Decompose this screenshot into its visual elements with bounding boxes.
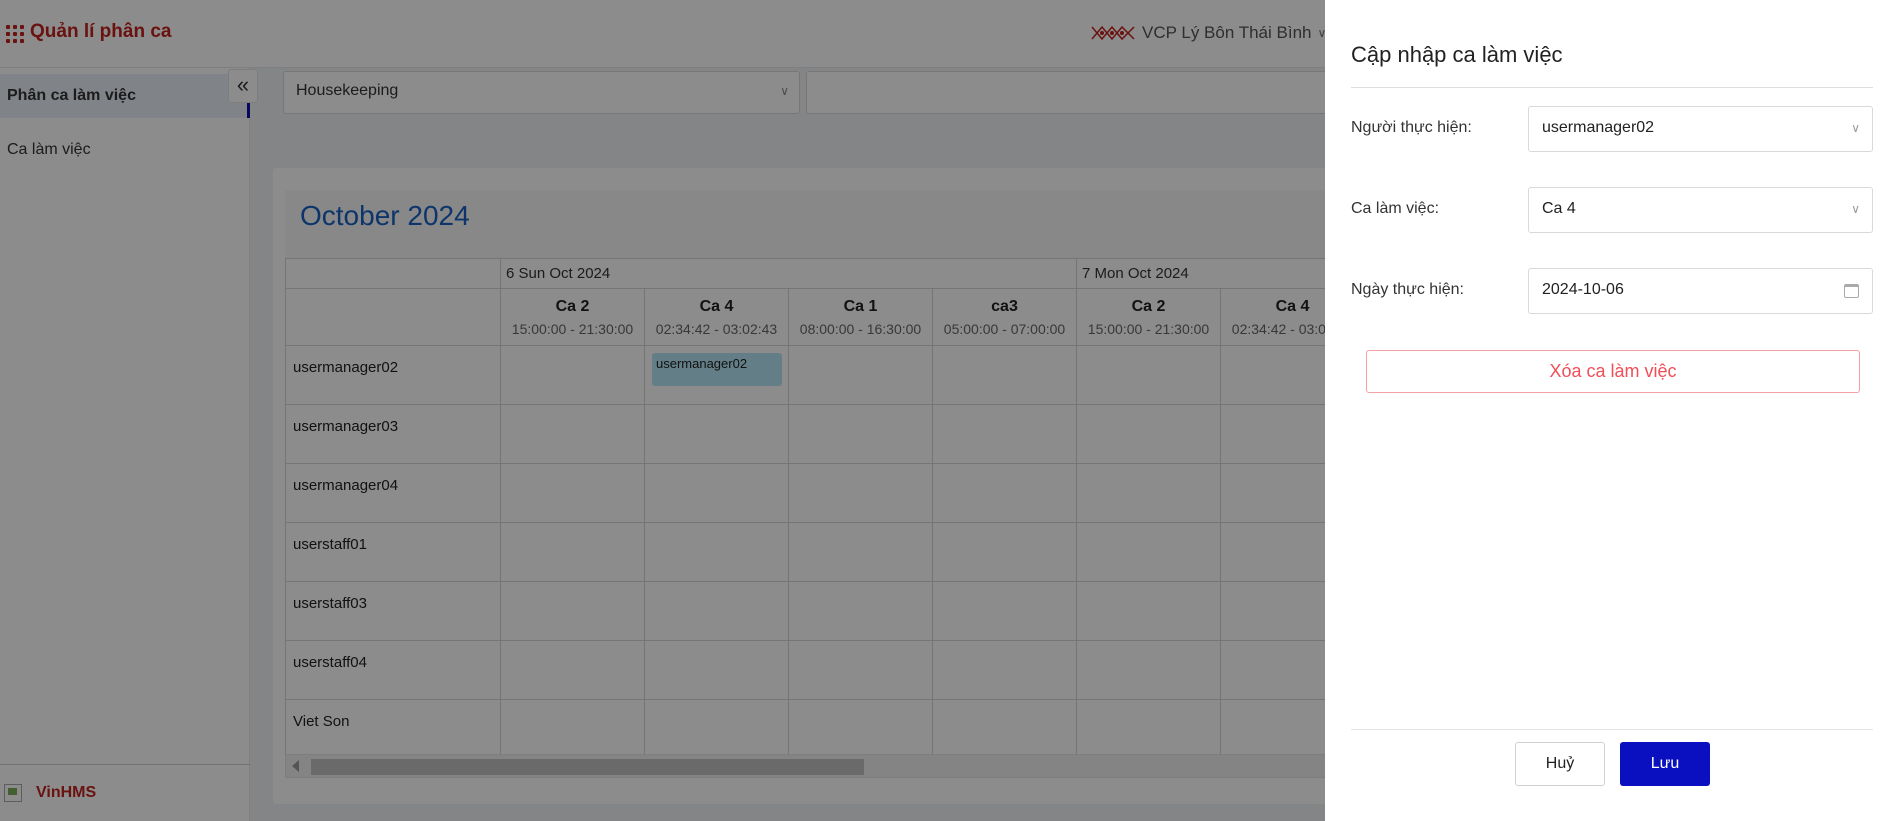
- performer-value: usermanager02: [1542, 119, 1655, 136]
- drawer-title: Cập nhập ca làm việc: [1351, 42, 1563, 67]
- chevron-down-icon: ∨: [1851, 121, 1860, 135]
- cancel-button[interactable]: Huỷ: [1515, 742, 1605, 786]
- divider: [1351, 729, 1873, 730]
- shift-label: Ca làm việc:: [1351, 200, 1440, 217]
- date-value: 2024-10-06: [1542, 281, 1624, 298]
- date-picker[interactable]: 2024-10-06: [1528, 268, 1873, 314]
- chevron-down-icon: ∨: [1851, 202, 1860, 216]
- delete-shift-button[interactable]: Xóa ca làm việc: [1366, 350, 1860, 393]
- update-shift-drawer: Cập nhập ca làm việc Người thực hiện: us…: [1325, 0, 1898, 821]
- divider: [1351, 87, 1873, 88]
- performer-select[interactable]: usermanager02 ∨: [1528, 106, 1873, 152]
- performer-label: Người thực hiện:: [1351, 119, 1472, 136]
- shift-select[interactable]: Ca 4 ∨: [1528, 187, 1873, 233]
- date-label: Ngày thực hiện:: [1351, 281, 1464, 298]
- shift-value: Ca 4: [1542, 200, 1576, 217]
- save-button[interactable]: Lưu: [1620, 742, 1710, 786]
- calendar-icon[interactable]: [1844, 284, 1859, 298]
